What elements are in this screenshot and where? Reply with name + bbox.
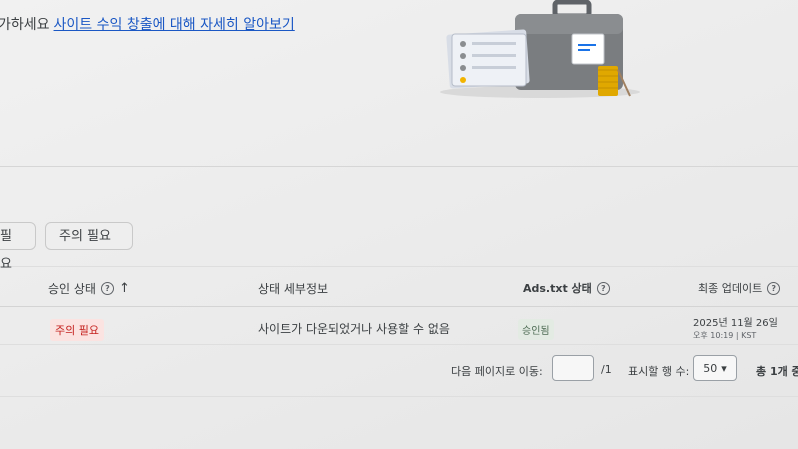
page-number-input[interactable] [552, 355, 594, 381]
goto-page-label: 다음 페이지로 이동: [451, 365, 543, 378]
status-badge-attention: 주의 필요 [50, 319, 104, 341]
rows-per-page-value: 50 [703, 361, 718, 375]
status-details-cell: 사이트가 다운되었거나 사용할 수 없음 [258, 322, 450, 336]
help-circle-icon[interactable]: ? [100, 282, 114, 295]
table-top-divider [0, 266, 798, 267]
header-row-divider [0, 306, 798, 307]
filter-chip-needs[interactable]: 필요 [0, 222, 36, 272]
filter-chip-label: 필요 [0, 229, 12, 272]
column-header-status-details: 상태 세부정보 [258, 280, 328, 297]
filter-chip-label: 주의 필요 [59, 229, 111, 244]
column-header-ads-txt[interactable]: Ads.txt 상태 ? [523, 280, 610, 296]
column-header-last-updated[interactable]: 최종 업데이트 ? [698, 280, 781, 296]
briefcase-illustration [430, 0, 650, 100]
status-badge-approved: 승인됨 [518, 319, 554, 340]
section-divider [0, 166, 798, 167]
caret-down-icon: ▾ [721, 361, 727, 375]
help-circle-icon[interactable]: ? [767, 281, 781, 295]
column-header-label: 최종 업데이트 [698, 282, 763, 295]
column-header-label: 승인 상태 [48, 282, 96, 296]
total-pages: /1 [601, 363, 612, 376]
column-header-approval-status[interactable]: 승인 상태 ? ↑ [48, 280, 130, 297]
arrow-up-icon[interactable]: ↑ [119, 281, 130, 296]
last-updated-date: 2025년 11월 26일 [693, 318, 778, 329]
help-circle-icon[interactable]: ? [596, 281, 610, 295]
column-header-label: Ads.txt 상태 [523, 282, 592, 295]
rows-per-page-select[interactable]: 50 ▾ [693, 355, 737, 381]
intro-text: 가하세요 사이트 수익 창출에 대해 자세히 알아보기 [0, 14, 295, 34]
column-header-label: 상태 세부정보 [258, 282, 329, 296]
footer-divider [0, 396, 798, 397]
filter-chip-attention[interactable]: 주의 필요 [45, 222, 133, 250]
total-count: 총 1개 중 [756, 365, 798, 378]
last-updated-time: 오후 10:19 | KST [693, 331, 757, 340]
row-divider [0, 344, 798, 345]
learn-more-link[interactable]: 사이트 수익 창출에 대해 자세히 알아보기 [54, 17, 295, 33]
rows-per-page-label: 표시할 행 수: [628, 365, 690, 378]
intro-prefix: 가하세요 [0, 17, 50, 33]
